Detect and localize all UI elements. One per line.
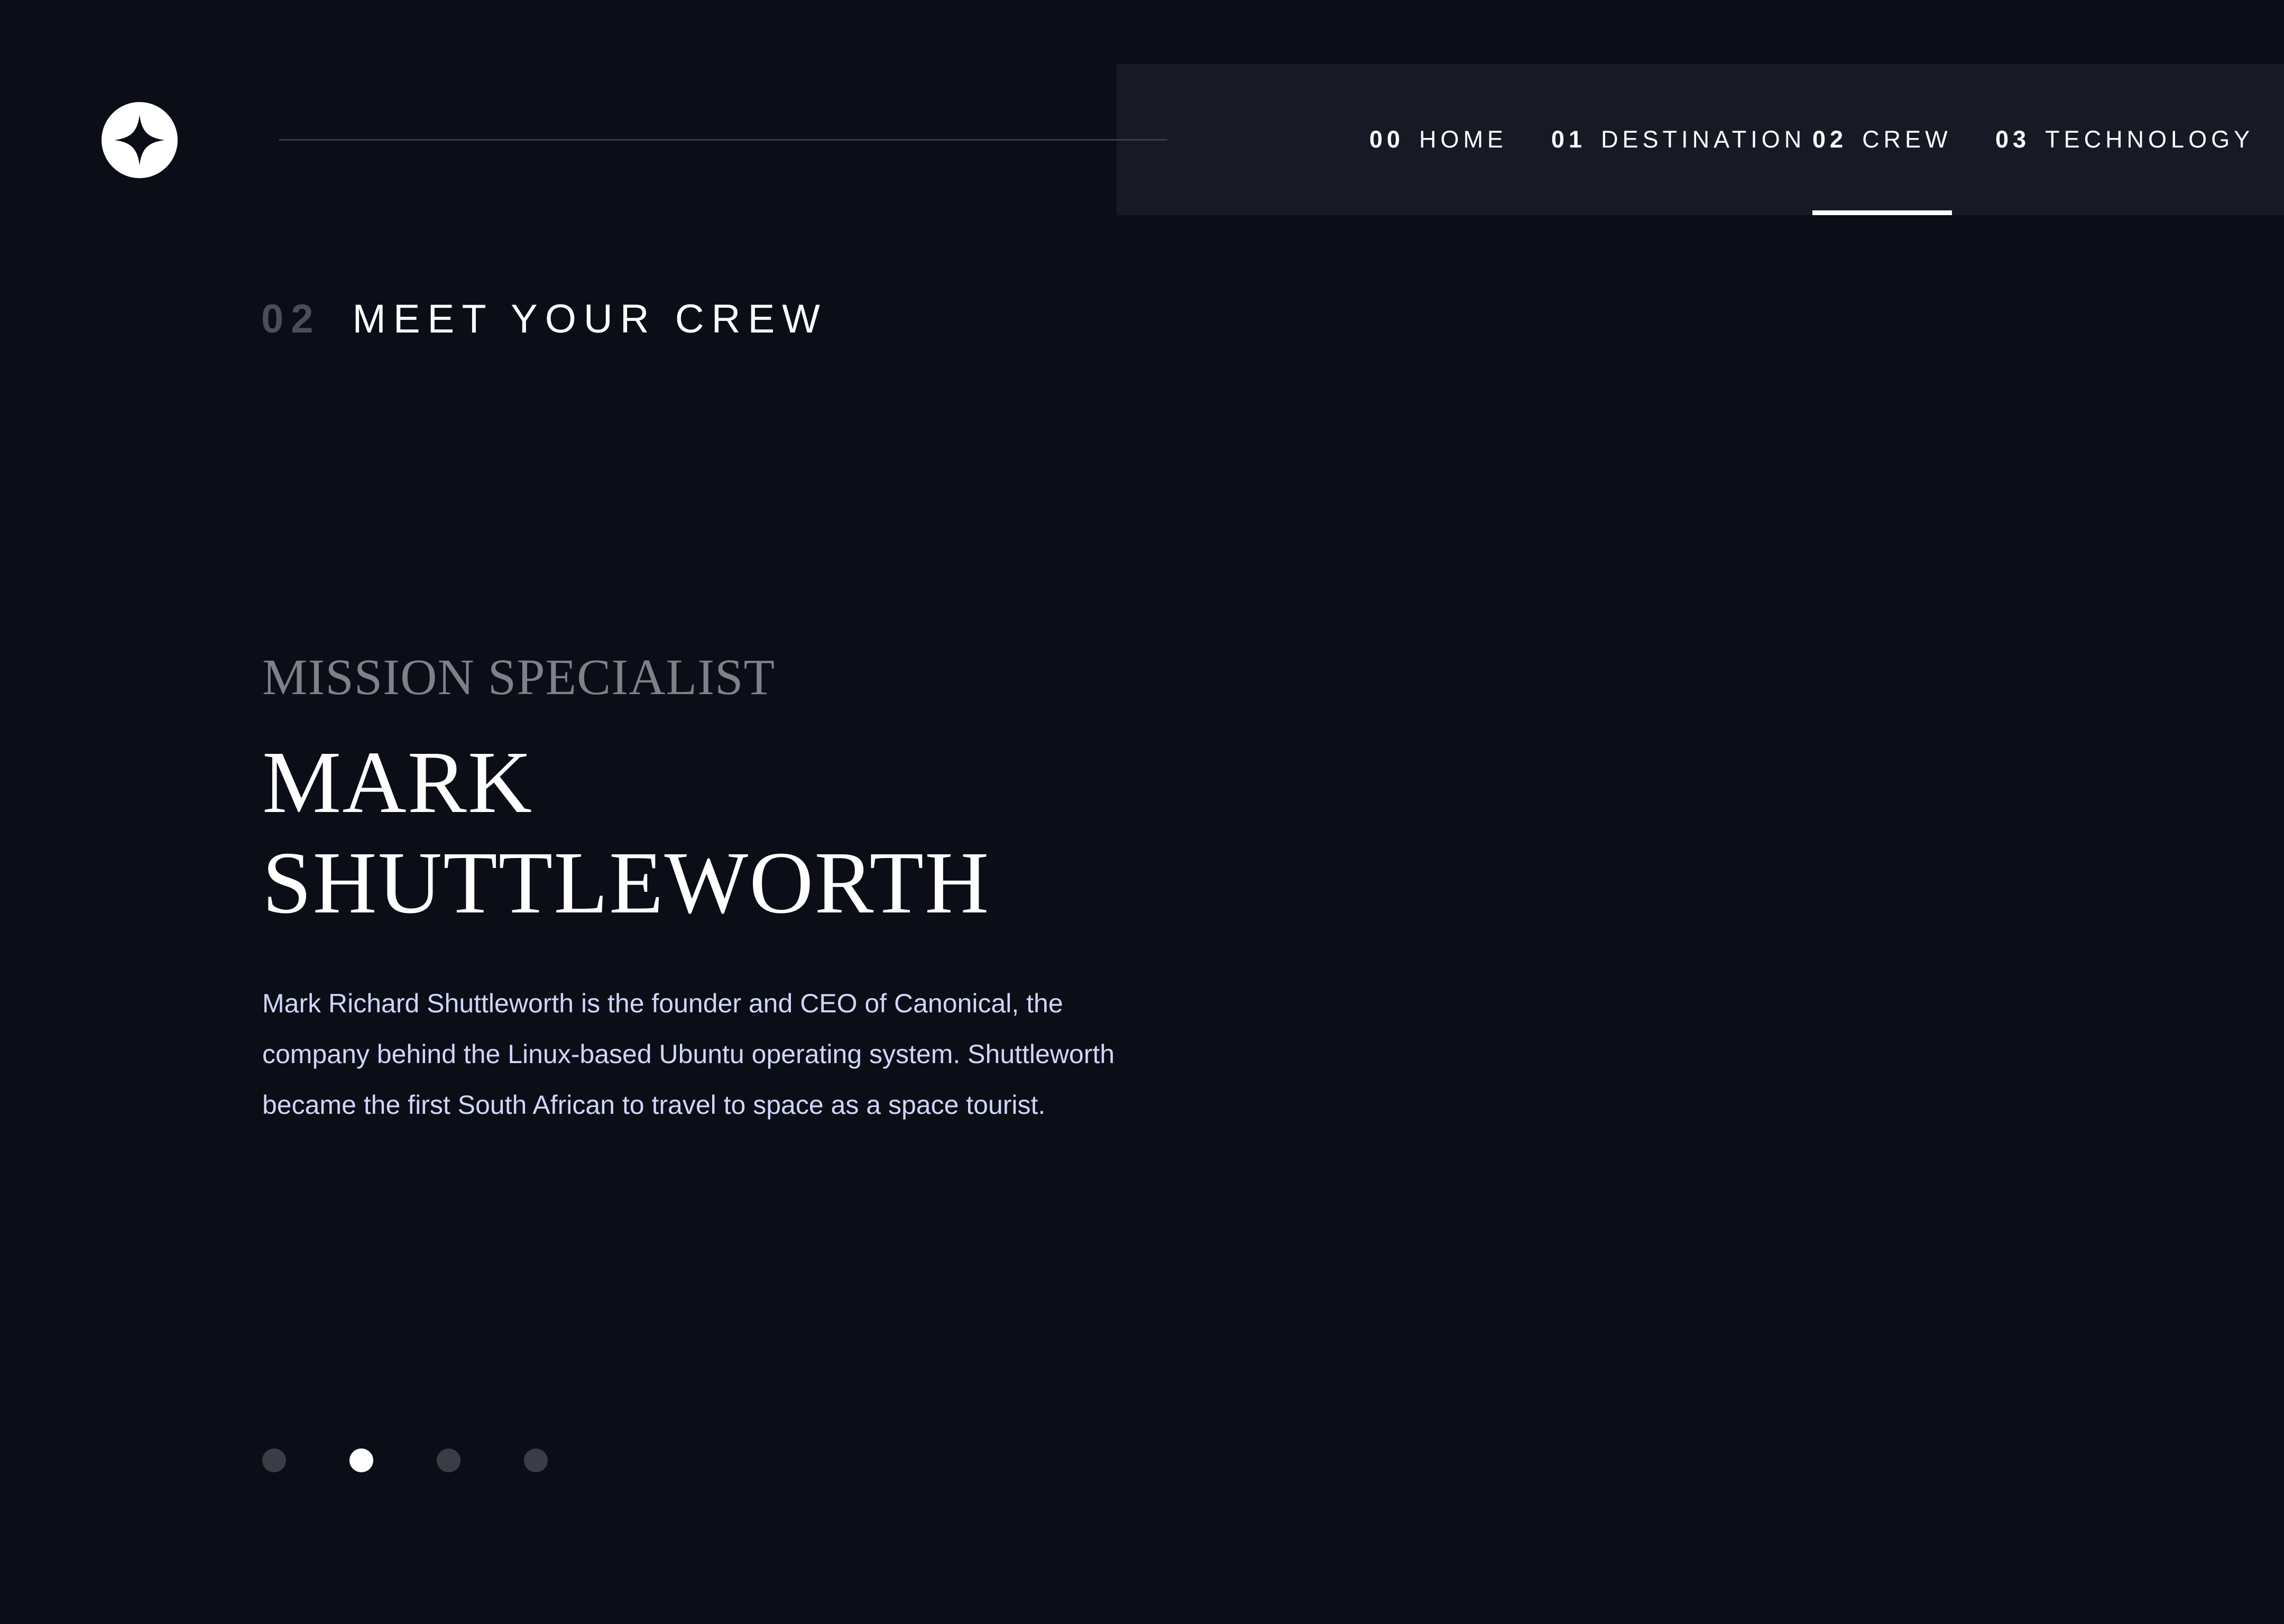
star-logo-icon[interactable] [102, 102, 178, 178]
slider-dot-3[interactable] [437, 1448, 461, 1472]
nav-item-label: DESTINATION [1601, 126, 1806, 153]
crew-bio: Mark Richard Shuttleworth is the founder… [262, 989, 1115, 1120]
nav-item-destination[interactable]: 01 DESTINATION [1551, 64, 1806, 215]
nav-item-label: TECHNOLOGY [2045, 126, 2254, 153]
slider-dot-2[interactable] [349, 1448, 373, 1472]
crew-role: MISSION SPECIALIST [262, 649, 776, 705]
nav-item-crew[interactable]: 02 CREW [1812, 64, 1952, 215]
crew-name-line2: SHUTTLEWORTH [262, 834, 990, 932]
crew-name: MARK SHUTTLEWORTH [262, 732, 1161, 933]
nav-item-home[interactable]: 00 HOME [1369, 64, 1507, 215]
main-nav: 00 HOME 01 DESTINATION 02 CREW 03 TECHNO… [1117, 64, 2284, 215]
page-title: MEET YOUR CREW [352, 297, 827, 342]
nav-item-number: 02 [1812, 126, 1848, 153]
header-divider [279, 139, 1167, 141]
nav-item-number: 01 [1551, 126, 1587, 153]
nav-item-number: 03 [1995, 126, 2031, 153]
page-heading-number: 02 [261, 297, 321, 342]
nav-item-number: 00 [1369, 126, 1405, 153]
page-heading: 02 MEET YOUR CREW [261, 296, 827, 342]
nav-item-label: HOME [1419, 126, 1508, 153]
nav-item-label: CREW [1862, 126, 1952, 153]
slider-dot-4[interactable] [524, 1448, 548, 1472]
crew-name-line1: MARK [262, 733, 533, 832]
nav-item-technology[interactable]: 03 TECHNOLOGY [1995, 64, 2254, 215]
crew-slider-dots [262, 1448, 548, 1472]
slider-dot-1[interactable] [262, 1448, 286, 1472]
